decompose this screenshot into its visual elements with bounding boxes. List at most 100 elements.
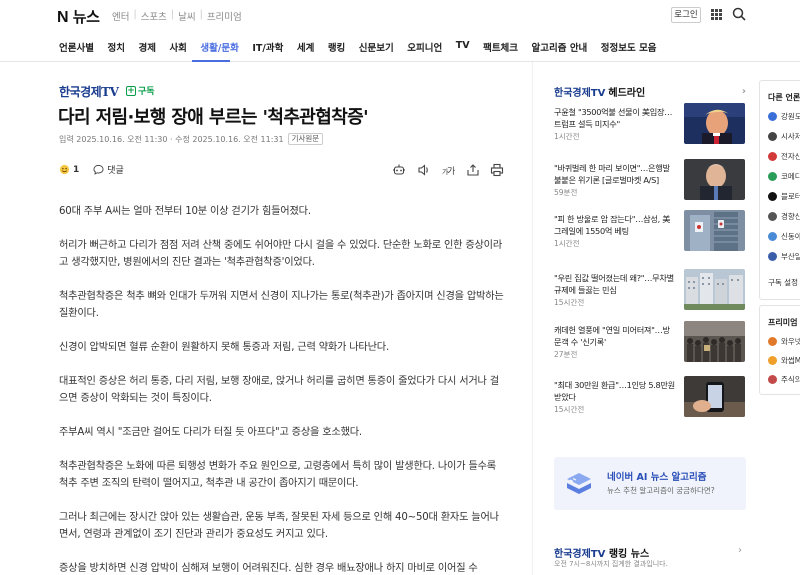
headline-news-title: "피 한 방울로 암 잡는다"…삼성, 美 그레일에 1550억 베팅 (554, 214, 671, 236)
service-link-premium[interactable]: 프리미엄 (207, 9, 242, 23)
svg-text:가: 가 (447, 166, 455, 177)
premium-logo-icon (768, 375, 777, 384)
headline-section: 한국경제TV 헤드라인 › (554, 84, 746, 99)
headline-press: 한국경제TV (554, 88, 606, 99)
nav-tab-8[interactable]: 신문보기 (359, 40, 394, 54)
other-press-name: 신동아 (781, 232, 800, 241)
headline-news-time: 27분전 (554, 350, 578, 359)
other-press-name: 코메디 (781, 172, 800, 181)
ai-banner-title: 네이버 AI 뉴스 알고리즘 (607, 472, 707, 483)
article-actions: 1 댓글 (59, 163, 124, 176)
other-press-name: 전자신 (781, 152, 800, 161)
article-headline: 다리 저림·보행 장애 부르는 '척추관협착증' (58, 107, 369, 128)
headline-news-time: 15시간전 (554, 405, 585, 414)
top-bar: N 뉴스 엔터 | 스포츠 | 날씨 | 프리미엄 로그인 (0, 0, 800, 30)
other-press-name: 부산일 (781, 252, 800, 261)
headline-news-thumbnail[interactable] (684, 376, 745, 417)
summary-bot-icon[interactable] (392, 163, 406, 177)
comment-icon[interactable] (93, 164, 104, 175)
other-press-item[interactable]: 경향신 (768, 211, 800, 222)
plus-icon: + (126, 85, 136, 96)
headline-news-title: "최대 30만원 환급"…1인당 5.8만원 받았다 (554, 380, 675, 402)
article-date-text: 입력 2025.10.16. 오전 11:30 · 수정 2025.10.16.… (59, 134, 284, 144)
headline-news-thumbnail[interactable] (684, 103, 745, 144)
font-size-icon[interactable]: 가 가 (441, 163, 455, 177)
premium-logo-icon (768, 356, 777, 365)
other-press-item[interactable]: 전자신 (768, 151, 800, 162)
column-divider (532, 62, 533, 575)
press-logo-icon (768, 112, 777, 121)
subscribe-setting-link[interactable]: 구독 설정 (768, 277, 798, 288)
service-links: 엔터 | 스포츠 | 날씨 | 프리미엄 (112, 9, 242, 23)
share-icon[interactable] (466, 163, 480, 177)
other-press-item[interactable]: 블로터 (768, 191, 800, 202)
headline-news-title: "우린 집값 떨어졌는데 왜?"…무차별 규제에 들끓는 민심 (554, 273, 674, 295)
headline-news-time: 59분전 (554, 188, 578, 197)
other-press-title: 다른 언론사 (768, 93, 800, 102)
naver-news-logo[interactable]: N 뉴스 (57, 6, 100, 27)
premium-item[interactable]: 와썹M (768, 355, 800, 366)
headline-news-title: "바퀴벌레 한 마리 보이면"…은행발 불붙은 위기론 [글로벌마켓 A/S] (554, 163, 670, 185)
article-paragraph: 척추관협착증은 척추 뼈와 인대가 두꺼워 지면서 신경이 지나가는 통로(척추… (59, 291, 504, 319)
headline-news-title: 구윤철 "3500억불 선물이 美입장…트럼프 설득 미지수" (554, 107, 673, 129)
comment-label[interactable]: 댓글 (107, 163, 124, 176)
other-press-item[interactable]: 시사저 (768, 131, 800, 142)
other-press-name: 경향신 (781, 212, 800, 221)
premium-item[interactable]: 와우넷 (768, 336, 800, 347)
chevron-right-icon[interactable]: › (738, 545, 742, 556)
article-paragraph: 척추관협착증은 노화에 따른 퇴행성 변화가 주요 원인으로, 고령층에서 특히… (59, 461, 496, 489)
login-button[interactable]: 로그인 (671, 7, 701, 23)
other-press-item[interactable]: 부산일 (768, 251, 800, 262)
headline-news-thumbnail[interactable] (684, 269, 745, 310)
nav-tab-13[interactable]: 정정보도 모음 (601, 40, 657, 54)
nav-tab-5[interactable]: IT/과학 (252, 40, 283, 54)
nav-tab-6[interactable]: 세계 (297, 40, 314, 54)
press-logo[interactable]: 한국경제TV (59, 83, 119, 100)
nav-tab-10[interactable]: TV (456, 40, 470, 54)
press-logo-icon (768, 192, 777, 201)
nav-tab-9[interactable]: 오피니언 (407, 40, 442, 54)
press-logo-icon (768, 212, 777, 221)
nav-tab-1[interactable]: 정치 (107, 40, 124, 54)
nav-tab-12[interactable]: 알고리즘 안내 (532, 40, 588, 54)
logo-text: 뉴스 (72, 8, 100, 26)
audio-icon[interactable] (417, 163, 431, 177)
headline-section-header[interactable]: 한국경제TV 헤드라인 › (554, 84, 746, 99)
other-press-item[interactable]: 강원도 (768, 111, 800, 122)
headline-news-thumbnail[interactable] (684, 159, 745, 200)
search-icon[interactable] (732, 7, 746, 21)
apps-grid-icon[interactable] (711, 9, 722, 20)
service-link-entertain[interactable]: 엔터 (112, 9, 129, 23)
headline-title: 헤드라인 (608, 88, 646, 99)
ai-algorithm-banner[interactable]: 네이버 AI 뉴스 알고리즘 뉴스 추천 알고리즘이 궁금하다면? (554, 457, 746, 510)
press-logo-icon (768, 232, 777, 241)
other-press-item[interactable]: 신동아 (768, 231, 800, 242)
service-link-weather[interactable]: 날씨 (178, 9, 195, 23)
other-press-name: 블로터 (781, 192, 800, 201)
premium-name: 주식의 (781, 375, 800, 384)
headline-news-thumbnail[interactable] (684, 321, 745, 362)
article-paragraph: 신경이 압박되면 혈류 순환이 원활하지 못해 통증과 저림, 근력 약화가 나… (59, 342, 389, 353)
article-paragraph: 대표적인 증상은 허리 통증, 다리 저림, 보행 장애로, 앉거나 허리를 굽… (59, 376, 499, 404)
service-link-sports[interactable]: 스포츠 (141, 9, 167, 23)
original-article-button[interactable]: 기사원문 (287, 133, 324, 145)
nav-tab-7[interactable]: 랭킹 (328, 40, 345, 54)
headline-news-thumbnail[interactable] (684, 210, 745, 251)
ranking-header[interactable]: 한국경제TV 랭킹 뉴스 (554, 545, 649, 560)
nav-tab-3[interactable]: 사회 (169, 40, 186, 54)
other-press-item[interactable]: 코메디 (768, 171, 800, 182)
article-tools: 가 가 (392, 163, 515, 177)
headline-news-item[interactable]: "최대 30만원 환급"…1인당 5.8만원 받았다 15시간전 (554, 376, 746, 444)
chevron-right-icon: › (741, 86, 746, 97)
subscribe-button[interactable]: + 구독 (126, 84, 155, 97)
section-nav: 언론사별 정치 경제 사회 생활/문화 IT/과학 세계 랭킹 신문보기 오피니언 TV 팩트체크 알고… (0, 36, 800, 62)
nav-tab-4[interactable]: 생활/문화 (200, 40, 238, 54)
premium-name: 와우넷 (781, 337, 800, 346)
nav-tab-2[interactable]: 경제 (138, 40, 155, 54)
other-press-panel: 다른 언론사 강원도시사저전자신코메디블로터경향신신동아부산일 (759, 80, 800, 300)
premium-item[interactable]: 주식의 (768, 374, 800, 385)
print-icon[interactable] (490, 163, 504, 177)
nav-tab-0[interactable]: 언론사별 (59, 40, 94, 54)
nav-tab-11[interactable]: 팩트체크 (483, 40, 518, 54)
reaction-icon[interactable] (59, 164, 70, 175)
